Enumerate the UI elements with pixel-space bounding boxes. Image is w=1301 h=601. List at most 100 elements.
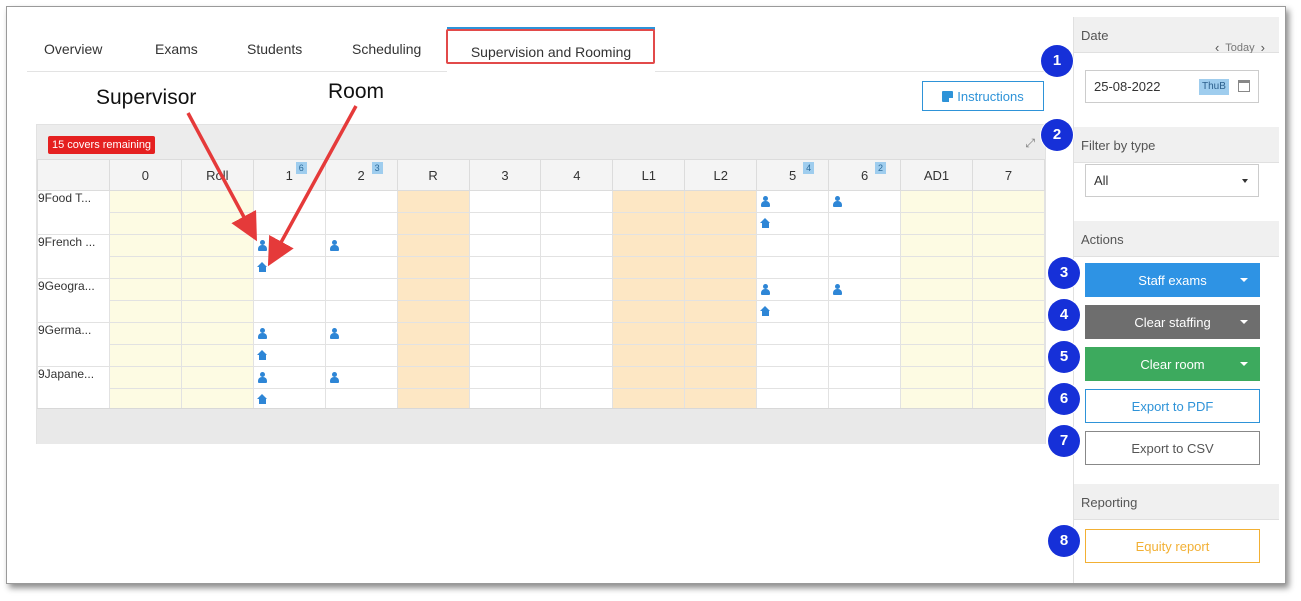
grid-cell[interactable]: [540, 322, 614, 345]
grid-cell[interactable]: [756, 212, 830, 235]
grid-cell[interactable]: [252, 322, 326, 345]
grid-cell[interactable]: [900, 256, 973, 279]
grid-cell[interactable]: [612, 300, 686, 323]
grid-cell[interactable]: [900, 322, 973, 345]
grid-cell[interactable]: [180, 322, 254, 345]
grid-cell[interactable]: [684, 300, 758, 323]
grid-cell[interactable]: [756, 278, 830, 301]
export-csv-button[interactable]: Export to CSV: [1085, 431, 1260, 465]
tab-overview[interactable]: Overview: [44, 41, 102, 57]
grid-cell[interactable]: [612, 322, 686, 345]
grid-cell[interactable]: [252, 344, 326, 367]
grid-cell[interactable]: [252, 278, 326, 301]
grid-cell[interactable]: [108, 234, 182, 257]
grid-cell[interactable]: [684, 234, 758, 257]
grid-cell[interactable]: [468, 234, 542, 257]
grid-cell[interactable]: [396, 212, 470, 235]
grid-cell[interactable]: [971, 234, 1046, 257]
grid-cell[interactable]: [900, 366, 973, 389]
grid-cell[interactable]: [900, 234, 973, 257]
grid-cell[interactable]: [468, 344, 542, 367]
grid-cell[interactable]: [828, 256, 902, 279]
grid-cell[interactable]: [540, 278, 614, 301]
grid-cell[interactable]: [684, 366, 758, 389]
person-icon[interactable]: [760, 284, 771, 295]
grid-cell[interactable]: [684, 256, 758, 279]
grid-cell[interactable]: [540, 212, 614, 235]
grid-cell[interactable]: [180, 278, 254, 301]
grid-cell[interactable]: [468, 322, 542, 345]
grid-cell[interactable]: [252, 300, 326, 323]
grid-cell[interactable]: [180, 190, 254, 213]
grid-cell[interactable]: [324, 234, 398, 257]
row-label[interactable]: 9Germa...: [37, 322, 110, 367]
grid-cell[interactable]: [108, 366, 182, 389]
grid-cell[interactable]: [468, 300, 542, 323]
instructions-button[interactable]: Instructions: [922, 81, 1044, 111]
home-icon[interactable]: [256, 262, 268, 272]
tab-exams[interactable]: Exams: [155, 41, 198, 57]
tab-students[interactable]: Students: [247, 41, 302, 57]
grid-cell[interactable]: [324, 256, 398, 279]
row-label[interactable]: 9French ...: [37, 234, 110, 279]
grid-cell[interactable]: [828, 278, 902, 301]
grid-cell[interactable]: [396, 278, 470, 301]
grid-cell[interactable]: [180, 300, 254, 323]
grid-cell[interactable]: [971, 212, 1046, 235]
grid-cell[interactable]: [684, 344, 758, 367]
grid-cell[interactable]: [612, 278, 686, 301]
grid-cell[interactable]: [971, 344, 1046, 367]
grid-cell[interactable]: [396, 234, 470, 257]
grid-cell[interactable]: [684, 278, 758, 301]
person-icon[interactable]: [832, 196, 843, 207]
calendar-icon[interactable]: [1238, 80, 1250, 92]
grid-cell[interactable]: [324, 278, 398, 301]
grid-cell[interactable]: [900, 190, 973, 213]
grid-cell[interactable]: [108, 212, 182, 235]
row-label[interactable]: 9Japane...: [37, 366, 110, 411]
grid-cell[interactable]: [612, 256, 686, 279]
grid-cell[interactable]: [252, 256, 326, 279]
equity-report-button[interactable]: Equity report: [1085, 529, 1260, 563]
grid-cell[interactable]: [180, 234, 254, 257]
grid-cell[interactable]: [396, 190, 470, 213]
grid-cell[interactable]: [540, 234, 614, 257]
grid-cell[interactable]: [324, 322, 398, 345]
grid-cell[interactable]: [828, 322, 902, 345]
grid-cell[interactable]: [540, 190, 614, 213]
grid-cell[interactable]: [252, 190, 326, 213]
person-icon[interactable]: [257, 372, 267, 383]
grid-cell[interactable]: [468, 256, 542, 279]
grid-cell[interactable]: [612, 344, 686, 367]
grid-cell[interactable]: [468, 212, 542, 235]
grid-cell[interactable]: [252, 212, 326, 235]
home-icon[interactable]: [256, 394, 268, 404]
clear-room-button[interactable]: Clear room: [1085, 347, 1260, 381]
grid-cell[interactable]: [396, 322, 470, 345]
person-icon[interactable]: [832, 284, 843, 295]
grid-cell[interactable]: [396, 300, 470, 323]
grid-cell[interactable]: [396, 366, 470, 389]
grid-cell[interactable]: [252, 366, 326, 389]
grid-cell[interactable]: [756, 344, 830, 367]
tab-supervision-and-rooming[interactable]: Supervision and Rooming: [447, 27, 655, 72]
grid-cell[interactable]: [324, 366, 398, 389]
home-icon[interactable]: [760, 218, 771, 228]
grid-cell[interactable]: [108, 190, 182, 213]
grid-cell[interactable]: [108, 256, 182, 279]
grid-cell[interactable]: [971, 366, 1046, 389]
expand-icon[interactable]: ⤢: [1025, 136, 1035, 151]
tab-scheduling[interactable]: Scheduling: [352, 41, 421, 57]
export-pdf-button[interactable]: Export to PDF: [1085, 389, 1260, 423]
home-icon[interactable]: [760, 306, 771, 316]
person-icon[interactable]: [760, 196, 771, 207]
person-icon[interactable]: [257, 328, 267, 339]
person-icon[interactable]: [329, 372, 339, 383]
staff-exams-button[interactable]: Staff exams: [1085, 263, 1260, 297]
grid-cell[interactable]: [828, 344, 902, 367]
grid-cell[interactable]: [540, 300, 614, 323]
grid-cell[interactable]: [108, 344, 182, 367]
grid-cell[interactable]: [540, 366, 614, 389]
grid-cell[interactable]: [252, 234, 326, 257]
row-label[interactable]: 9Food T...: [37, 190, 110, 235]
